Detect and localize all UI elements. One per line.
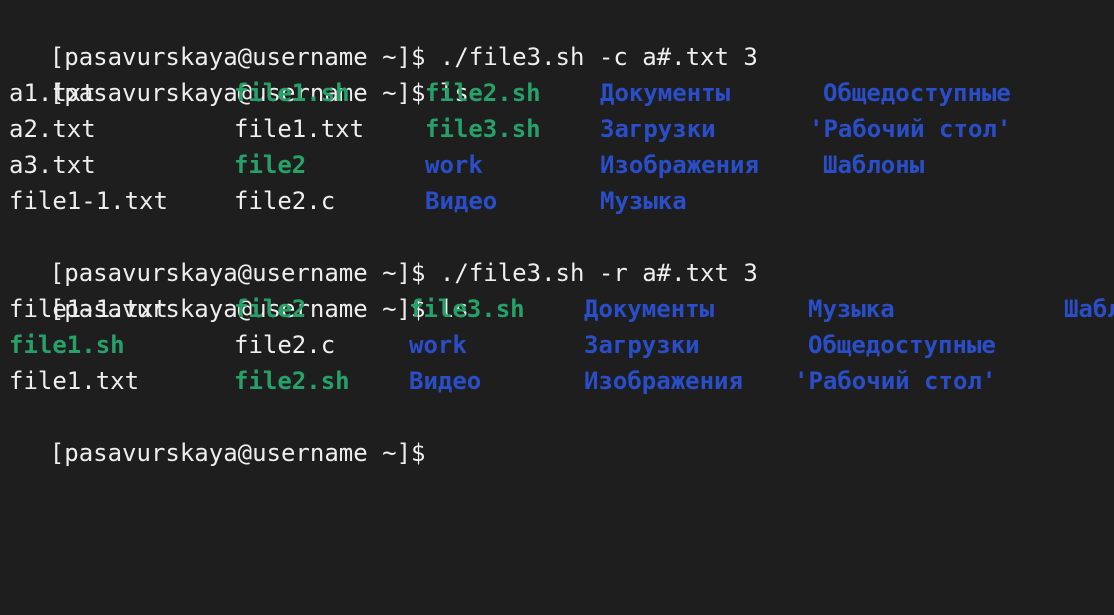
command-text: ./file3.sh -r a#.txt 3: [425, 259, 758, 287]
list-item: file1.sh: [234, 79, 350, 107]
list-item: Документы: [600, 79, 731, 107]
list-item: file1-1.txt: [9, 187, 168, 215]
command-text: ./file3.sh -c a#.txt 3: [425, 43, 758, 71]
list-item: file1.sh: [9, 331, 125, 359]
list-item: 'Рабочий стол': [794, 367, 997, 395]
list-item: Документы: [584, 295, 715, 323]
ls-output-row: a2.txt file1.txt file3.sh Загрузки 'Рабо…: [0, 111, 1114, 147]
list-item: file3.sh: [425, 115, 541, 143]
command-line: [pasavurskaya@username ~]$ ./file3.sh -c…: [0, 3, 758, 71]
command-line: [pasavurskaya@username ~]$ ./file3.sh -r…: [0, 219, 758, 287]
ls-output-row: file1-1.txt file2 file3.sh Документы Муз…: [0, 291, 1114, 327]
list-item: file2.c: [234, 187, 336, 215]
list-item: file2.sh: [425, 79, 541, 107]
list-item: Видео: [425, 187, 498, 215]
list-item: Загрузки: [584, 331, 700, 359]
ls-output-row: file1-1.txt file2.c Видео Музыка: [0, 183, 1114, 219]
list-item: work: [409, 331, 467, 359]
ls-output-row: a3.txt file2 work Изображения Шаблоны: [0, 147, 1114, 183]
list-item: file1-1.txt: [9, 295, 168, 323]
list-item: work: [425, 151, 483, 179]
list-item: file2: [234, 295, 307, 323]
list-item: file1.txt: [9, 367, 140, 395]
list-item: Шабл: [1064, 295, 1114, 323]
shell-prompt: [pasavurskaya@username ~]$: [49, 439, 426, 467]
list-item: a3.txt: [9, 151, 96, 179]
list-item: Изображения: [584, 367, 743, 395]
list-item: Общедоступные: [823, 79, 1011, 107]
list-item: file2.sh: [234, 367, 350, 395]
list-item: Изображения: [600, 151, 759, 179]
list-item: Музыка: [600, 187, 687, 215]
terminal-window[interactable]: [pasavurskaya@username ~]$ ./file3.sh -c…: [0, 0, 1114, 467]
ls-output-row: a1.txt file1.sh file2.sh Документы Общед…: [0, 75, 1114, 111]
list-item: file1.txt: [234, 115, 365, 143]
ls-output-row: file1.txt file2.sh Видео Изображения 'Ра…: [0, 363, 1114, 399]
list-item: a2.txt: [9, 115, 96, 143]
text-cursor: [425, 440, 437, 468]
list-item: Загрузки: [600, 115, 716, 143]
list-item: file3.sh: [409, 295, 525, 323]
list-item: Общедоступные: [808, 331, 996, 359]
list-item: a1.txt: [9, 79, 96, 107]
list-item: Шаблоны: [823, 151, 925, 179]
list-item: Видео: [409, 367, 482, 395]
ls-output-row: file1.sh file2.c work Загрузки Общедосту…: [0, 327, 1114, 363]
list-item: 'Рабочий стол': [809, 115, 1012, 143]
list-item: file2.c: [234, 331, 336, 359]
command-line[interactable]: [pasavurskaya@username ~]$: [0, 399, 437, 467]
command-line: [pasavurskaya@username ~]$ ls: [0, 39, 469, 107]
list-item: Музыка: [808, 295, 895, 323]
list-item: file2: [234, 151, 307, 179]
command-line: [pasavurskaya@username ~]$ ls: [0, 255, 469, 323]
